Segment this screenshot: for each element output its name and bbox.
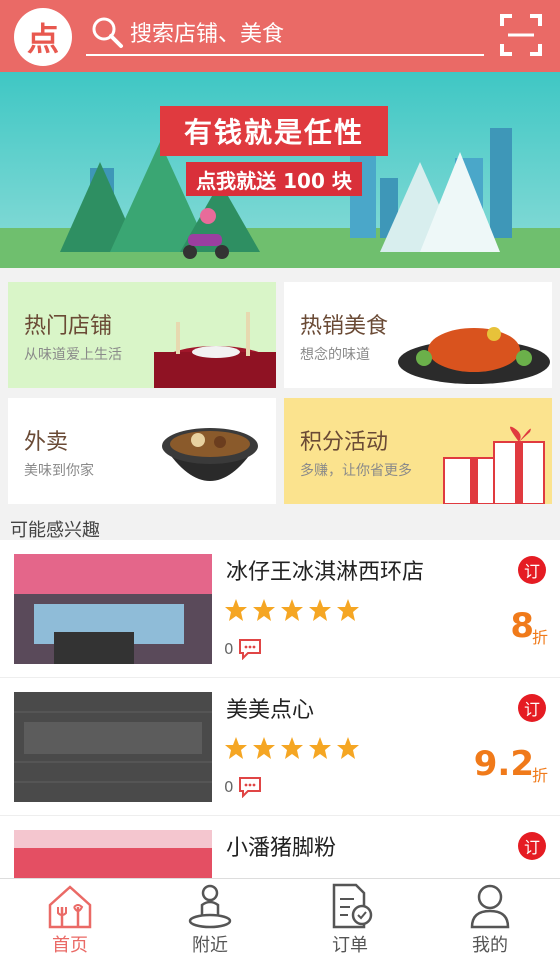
shop-image bbox=[14, 692, 212, 802]
category-subtitle: 想念的味道 bbox=[300, 347, 370, 363]
scan-icon[interactable] bbox=[500, 14, 542, 56]
category-subtitle: 多赚，让你省更多 bbox=[300, 463, 412, 479]
shop-name: 美美点心 bbox=[226, 698, 315, 723]
category-card-takeout[interactable]: 外卖 美味到你家 bbox=[8, 398, 276, 504]
location-icon bbox=[188, 884, 232, 929]
nav-label: 首页 bbox=[52, 935, 88, 956]
comment-count-value: 0 bbox=[224, 778, 234, 796]
star-icon bbox=[309, 737, 331, 759]
star-icon bbox=[281, 737, 303, 759]
shop-image bbox=[14, 830, 212, 878]
scooter-illustration bbox=[183, 208, 229, 259]
order-icon bbox=[332, 883, 373, 929]
order-badge[interactable]: 订 bbox=[518, 556, 546, 584]
search-icon bbox=[92, 17, 123, 48]
dinner-table-image bbox=[154, 312, 276, 388]
discount-unit: 折 bbox=[531, 766, 548, 785]
banner-mountains bbox=[60, 142, 260, 252]
category-title: 外卖 bbox=[24, 430, 69, 455]
discount-value: 9.2 bbox=[473, 744, 534, 784]
seafood-platter-image bbox=[398, 327, 550, 384]
shop-storefront-image bbox=[14, 554, 212, 664]
profile-icon bbox=[470, 884, 510, 929]
category-card-points[interactable]: 积分活动 多赚，让你省更多 bbox=[284, 398, 552, 504]
stew-pot-image bbox=[162, 428, 258, 481]
star-icon bbox=[253, 737, 275, 759]
discount-unit: 折 bbox=[531, 628, 548, 647]
comment-count[interactable]: 0 bbox=[224, 638, 262, 660]
shop-list: 冰仔王冰淇淋西环店 订 0 8 折 美美点心 订 0 9.2 折 小潘猪脚粉 订 bbox=[0, 540, 560, 878]
rating-stars bbox=[224, 736, 360, 760]
shop-storefront-image bbox=[14, 830, 212, 878]
banner-title: 有钱就是任性 bbox=[160, 106, 388, 156]
promo-banner[interactable]: 有钱就是任性 点我就送 100 块 bbox=[0, 72, 560, 268]
shop-image bbox=[14, 554, 212, 664]
top-header: 点 搜索店铺、美食 bbox=[0, 0, 560, 72]
gift-box-image bbox=[443, 426, 545, 504]
star-icon bbox=[337, 599, 359, 621]
comment-icon bbox=[238, 777, 261, 798]
nav-nearby[interactable]: 附近 bbox=[140, 879, 280, 960]
nav-home[interactable]: 首页 bbox=[0, 879, 140, 960]
category-card-hot-food[interactable]: 热销美食 想念的味道 bbox=[284, 282, 552, 388]
shop-name: 小潘猪脚粉 bbox=[226, 836, 337, 861]
search-placeholder: 搜索店铺、美食 bbox=[130, 22, 285, 47]
nav-label: 订单 bbox=[332, 935, 368, 956]
star-icon bbox=[253, 599, 275, 621]
order-badge[interactable]: 订 bbox=[518, 832, 546, 860]
nav-label: 我的 bbox=[472, 935, 508, 956]
discount-value: 8 bbox=[510, 606, 534, 646]
shop-item[interactable]: 小潘猪脚粉 订 bbox=[0, 816, 560, 878]
shop-item[interactable]: 美美点心 订 0 9.2 折 bbox=[0, 678, 560, 816]
category-title: 热门店铺 bbox=[24, 314, 113, 339]
category-subtitle: 从味道爱上生活 bbox=[24, 347, 122, 363]
category-title: 积分活动 bbox=[300, 430, 389, 455]
search-bar[interactable]: 搜索店铺、美食 bbox=[86, 10, 484, 56]
category-grid: 热门店铺 从味道爱上生活 热销美食 想念的味道 外卖 美味到你家 积分活动 多赚… bbox=[0, 272, 560, 508]
app-logo[interactable]: 点 bbox=[14, 8, 72, 66]
nav-orders[interactable]: 订单 bbox=[280, 879, 420, 960]
rating-stars bbox=[224, 598, 360, 622]
banner-mountains bbox=[380, 152, 500, 252]
star-icon bbox=[225, 599, 247, 621]
nav-label: 附近 bbox=[192, 935, 228, 956]
order-badge[interactable]: 订 bbox=[518, 694, 546, 722]
section-label: 可能感兴趣 bbox=[10, 520, 100, 541]
category-title: 热销美食 bbox=[300, 314, 389, 339]
nav-profile[interactable]: 我的 bbox=[420, 879, 560, 960]
banner-subtitle: 点我就送 100 块 bbox=[186, 162, 362, 196]
shop-name: 冰仔王冰淇淋西环店 bbox=[226, 560, 425, 585]
comment-icon bbox=[238, 639, 261, 660]
bottom-nav: 首页 附近 订单 我的 bbox=[0, 878, 560, 960]
category-subtitle: 美味到你家 bbox=[24, 463, 94, 479]
star-icon bbox=[281, 599, 303, 621]
comment-count[interactable]: 0 bbox=[224, 776, 262, 798]
star-icon bbox=[225, 737, 247, 759]
star-icon bbox=[337, 737, 359, 759]
category-card-hot-shops[interactable]: 热门店铺 从味道爱上生活 bbox=[8, 282, 276, 388]
comment-count-value: 0 bbox=[224, 640, 234, 658]
star-icon bbox=[309, 599, 331, 621]
shop-storefront-image bbox=[14, 692, 212, 802]
home-icon bbox=[48, 885, 92, 929]
shop-item[interactable]: 冰仔王冰淇淋西环店 订 0 8 折 bbox=[0, 540, 560, 678]
